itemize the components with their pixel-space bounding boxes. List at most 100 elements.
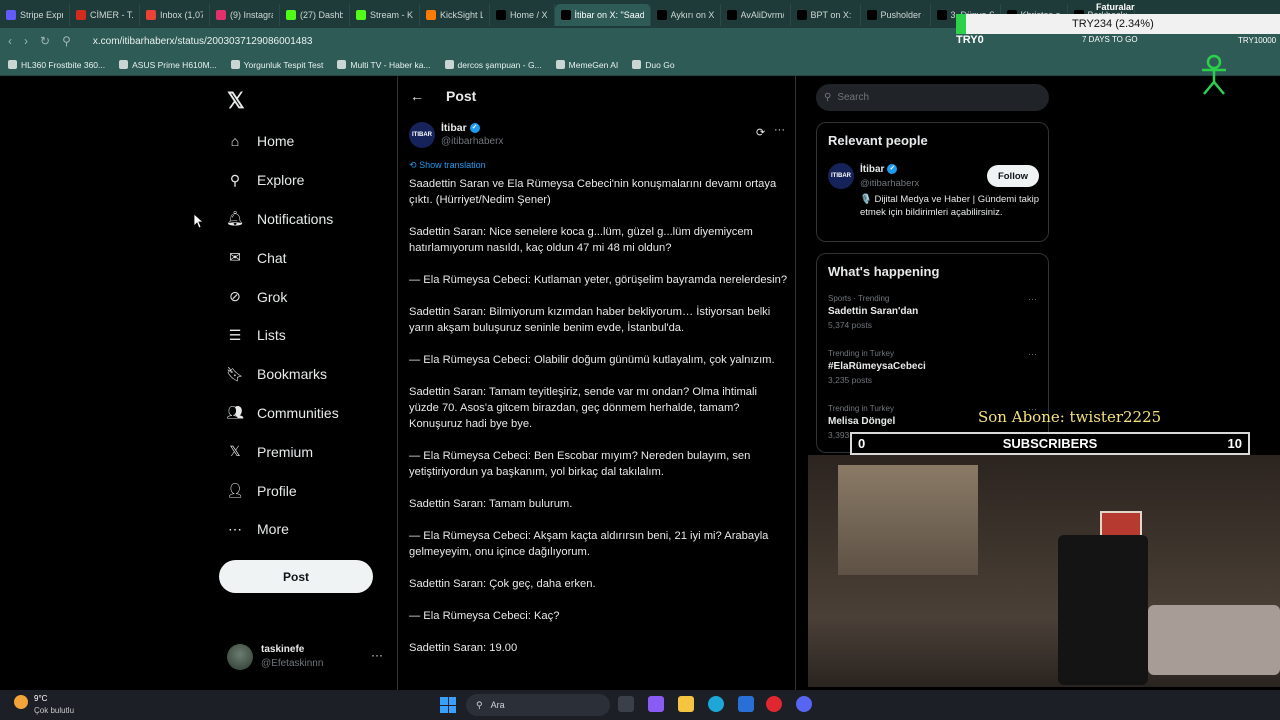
- browser-tab[interactable]: (27) Dashb: [280, 4, 350, 26]
- author-avatar[interactable]: ITIBAR: [409, 122, 435, 148]
- bookmark-favicon-icon: [337, 60, 347, 69]
- site-info-icon[interactable]: ⚲: [62, 34, 71, 48]
- sidebar-item-bookmarks[interactable]: 🔖︎ Bookmarks: [219, 355, 339, 394]
- tab-favicon-icon: [936, 10, 947, 20]
- bookmark-item[interactable]: Multi TV - Haber ka...: [337, 60, 431, 70]
- sidebar-item-premium[interactable]: 𝕏 Premium: [219, 432, 339, 471]
- faturalar-label: Faturalar: [1096, 2, 1135, 12]
- trend-item[interactable]: Sports · Trending Sadettin Saran'dan 5,374…: [828, 294, 1038, 330]
- relevant-bio: 🎙️ Dijital Medya ve Haber | Gündemi taki…: [860, 194, 1040, 218]
- task-view-icon[interactable]: [618, 696, 634, 712]
- post-paragraph: Sadettin Saran: Bilmiyorum kızımdan habe…: [409, 306, 771, 334]
- mascot-icon: [1202, 54, 1226, 95]
- copilot-icon[interactable]: [648, 696, 664, 712]
- windows-start-icon[interactable]: [440, 697, 456, 713]
- browser-tab[interactable]: Inbox (1,07: [140, 4, 210, 26]
- x-logo-icon[interactable]: 𝕏: [227, 88, 245, 114]
- browser-tab[interactable]: İtibar on X: "Saadetti: [554, 4, 651, 26]
- store-icon[interactable]: [738, 696, 754, 712]
- browser-tab[interactable]: AvAliDvrm/: [721, 4, 791, 26]
- bookmark-item[interactable]: dercos şampuan - G...: [444, 60, 542, 70]
- sidebar-item-home[interactable]: ⌂ Home: [219, 122, 339, 161]
- browser-tab[interactable]: CİMER - T.C: [70, 4, 140, 26]
- sidebar-item-profile[interactable]: 👤︎ Profile: [219, 471, 339, 510]
- last-subscriber-text: Son Abone: twister2225: [978, 408, 1162, 426]
- sidebar-item-label: Lists: [257, 327, 286, 344]
- bookmark-item[interactable]: Duo Go: [632, 60, 675, 70]
- subscribers-label: SUBSCRIBERS: [1002, 436, 1098, 451]
- trend-more-icon[interactable]: ···: [1028, 294, 1037, 304]
- browser-tab[interactable]: KickSight Li: [420, 4, 490, 26]
- sidebar-item-chat[interactable]: ✉ Chat: [219, 238, 339, 277]
- url-text[interactable]: x.com/itibarhaberx/status/20030371290860…: [93, 36, 313, 47]
- trend-more-icon[interactable]: ···: [1028, 349, 1037, 359]
- opera-icon[interactable]: [766, 696, 782, 712]
- file-explorer-icon[interactable]: [678, 696, 694, 712]
- trend-item[interactable]: Trending in Turkey #ElaRümeysaCebeci 3,235…: [828, 349, 1038, 385]
- webcam-window: [838, 465, 978, 575]
- bookmark-item[interactable]: HL360 Frostbite 360...: [8, 60, 105, 70]
- relevant-handle[interactable]: @itibarhaberx: [860, 178, 919, 189]
- post-paragraph: Sadettin Saran: Tamam teyitleşiriz, send…: [409, 386, 758, 430]
- author-handle[interactable]: @itibarhaberx: [441, 136, 503, 147]
- tab-favicon-icon: [286, 10, 296, 20]
- bookmark-item[interactable]: MemeGen AI: [555, 60, 618, 70]
- post-paragraph: — Ela Rümeysa Cebeci: Kutlaman yeter, gö…: [409, 274, 788, 286]
- author-name-row[interactable]: İtibar ✓: [441, 122, 480, 134]
- tab-label: Pusholder o: [880, 10, 924, 20]
- communities-icon: 👥︎: [226, 404, 244, 421]
- sidebar-item-notifications[interactable]: 🔔︎ Notifications: [219, 200, 339, 239]
- tab-label: Inbox (1,07: [160, 10, 203, 20]
- edge-icon[interactable]: [708, 696, 724, 712]
- bookmark-item[interactable]: Yorgunluk Tespit Test: [230, 60, 323, 70]
- goal-start-text: TRY0: [956, 34, 984, 46]
- relevant-avatar[interactable]: ITIBAR: [828, 163, 854, 189]
- back-arrow-icon[interactable]: ←: [410, 88, 424, 104]
- sidebar-item-communities[interactable]: 👥︎ Communities: [219, 394, 339, 433]
- bookmark-label: HL360 Frostbite 360...: [21, 59, 106, 70]
- search-input[interactable]: [837, 92, 1028, 103]
- back-nav-icon[interactable]: ‹: [8, 34, 12, 48]
- bookmark-favicon-icon: [8, 60, 17, 69]
- trend-category: Trending in Turkey: [828, 349, 894, 358]
- grok-explain-icon[interactable]: ⟳: [756, 126, 765, 139]
- account-handle: @Efetaskinnn: [261, 658, 324, 669]
- verified-badge-icon: ✓: [887, 164, 898, 175]
- browser-tab[interactable]: Stream - Ki: [350, 4, 420, 26]
- bookmark-item[interactable]: ASUS Prime H610M...: [119, 60, 217, 70]
- reload-icon[interactable]: ↻: [40, 34, 50, 48]
- browser-tab[interactable]: BPT on X: ": [791, 4, 861, 26]
- follow-button[interactable]: Follow: [987, 165, 1039, 187]
- browser-tab[interactable]: (9) Instagra: [210, 4, 280, 26]
- forward-nav-icon[interactable]: ›: [24, 34, 28, 48]
- tab-label: Home / X: [510, 10, 548, 20]
- account-switcher[interactable]: taskinefe @Efetaskinnn ···: [227, 642, 387, 672]
- weather-desc: Çok bulutlu: [34, 706, 75, 715]
- post-more-icon[interactable]: ···: [774, 124, 785, 136]
- post-header: ← Post: [398, 76, 795, 116]
- sidebar-item-grok[interactable]: ⊘ Grok: [219, 277, 339, 316]
- tab-label: (9) Instagra: [230, 10, 273, 20]
- sidebar-item-more[interactable]: ⋯ More: [219, 510, 339, 549]
- relevant-name-row[interactable]: İtibar ✓: [860, 164, 898, 175]
- browser-tab[interactable]: Pusholder o: [861, 4, 931, 26]
- show-translation-link[interactable]: ⟲ Show translation: [409, 160, 486, 171]
- browser-tab[interactable]: Stripe Expre: [0, 4, 70, 26]
- tab-favicon-icon: [146, 10, 156, 20]
- sidebar-item-lists[interactable]: ☰ Lists: [219, 316, 339, 355]
- sidebar-item-explore[interactable]: ⚲ Explore: [219, 161, 339, 200]
- browser-tab[interactable]: Aykırı on X: [651, 4, 721, 26]
- subscribers-max: 10: [1227, 436, 1242, 451]
- tab-favicon-icon: [656, 10, 667, 20]
- tab-label: Aykırı on X: [670, 10, 714, 20]
- account-more-icon[interactable]: ···: [371, 648, 383, 662]
- browser-tab[interactable]: Home / X: [490, 4, 555, 26]
- tab-favicon-icon: [426, 10, 436, 20]
- post-button[interactable]: Post: [219, 560, 373, 593]
- profile-icon: 👤︎: [226, 482, 244, 499]
- discord-icon[interactable]: [796, 696, 812, 712]
- show-translation-text: Show translation: [419, 160, 486, 170]
- search-box[interactable]: ⚲: [816, 84, 1049, 111]
- taskbar-search[interactable]: ⚲ Ara: [466, 694, 610, 716]
- taskbar: 9°C Çok bulutlu ⚲ Ara: [0, 690, 1280, 720]
